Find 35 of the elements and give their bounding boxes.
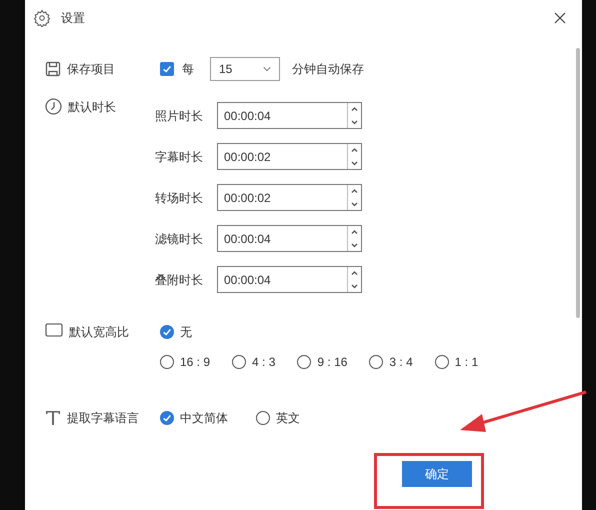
aspect-ratio-icon xyxy=(45,323,63,337)
field-label: 滤镜时长 xyxy=(155,230,204,248)
autosave-checkbox[interactable]: 每 xyxy=(160,60,194,78)
settings-icon xyxy=(33,9,51,27)
scrollbar[interactable] xyxy=(576,48,580,318)
time-spin-field[interactable]: 00:00:04 xyxy=(217,266,362,293)
chevron-down-icon xyxy=(263,66,271,72)
field-label: 叠附时长 xyxy=(155,272,204,288)
field-label: 照片时长 xyxy=(155,108,204,124)
radio-option[interactable]: 无 xyxy=(160,323,192,341)
close-icon xyxy=(554,12,566,24)
interval-suffix: 分钟自动保存 xyxy=(292,61,364,78)
time-spin-field[interactable]: 00:00:02 xyxy=(217,143,362,170)
section-label: 默认宽高比 xyxy=(69,324,129,341)
radio-option[interactable]: 9 : 16 xyxy=(297,353,348,371)
text-icon xyxy=(45,410,61,426)
confirm-button[interactable]: 确定 xyxy=(402,461,472,487)
floppy-disk-icon xyxy=(45,61,61,77)
radio-option[interactable]: 3 : 4 xyxy=(369,353,413,371)
time-spin-field[interactable]: 00:00:04 xyxy=(217,225,362,252)
radio-option[interactable]: 英文 xyxy=(256,409,300,427)
radio-option[interactable]: 4 : 3 xyxy=(232,353,276,371)
field-label: 字幕时长 xyxy=(155,148,204,166)
section-label: 提取字幕语言 xyxy=(67,410,139,427)
time-spin-field[interactable]: 00:00:02 xyxy=(217,184,362,211)
interval-dropdown[interactable]: 15 xyxy=(210,57,280,81)
section-label: 默认时长 xyxy=(68,99,116,116)
time-spin-field[interactable]: 00:00:04 xyxy=(217,102,362,129)
section-label: 保存项目 xyxy=(67,61,115,78)
field-label: 转场时长 xyxy=(155,190,204,206)
window-title: 设置 xyxy=(61,10,85,27)
radio-option[interactable]: 1 : 1 xyxy=(434,353,478,371)
radio-option[interactable]: 中文简体 xyxy=(160,409,228,427)
clock-icon xyxy=(45,98,62,115)
radio-option[interactable]: 16 : 9 xyxy=(160,353,210,371)
